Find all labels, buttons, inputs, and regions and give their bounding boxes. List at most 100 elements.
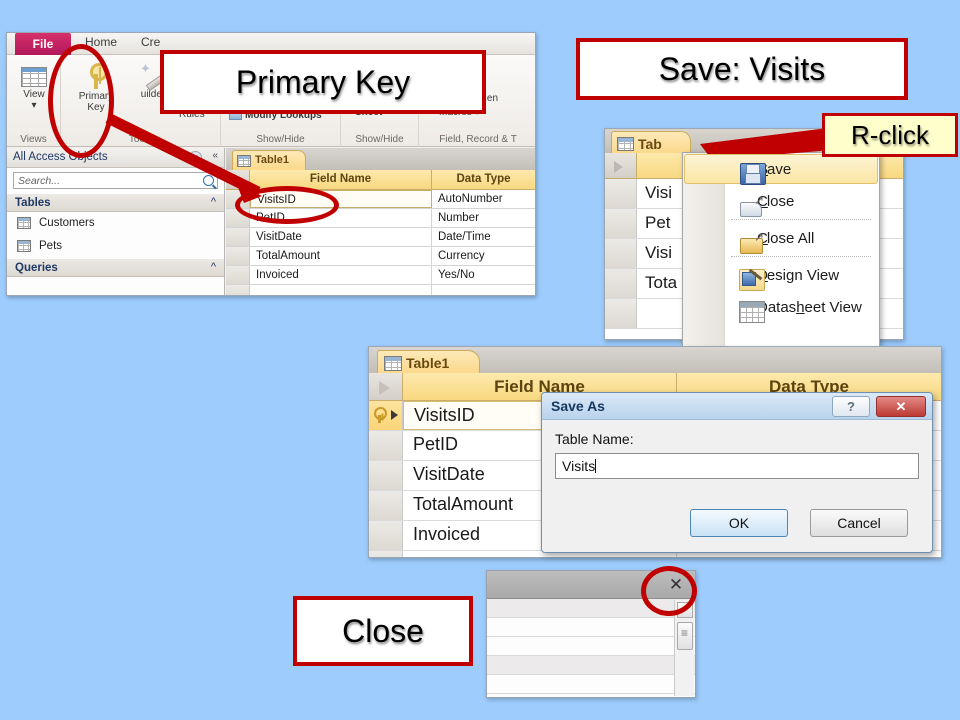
sidebar-item-pets[interactable]: Pets — [7, 235, 224, 258]
collapse-pane-icon[interactable]: « — [212, 150, 218, 161]
row-selector-primary-key[interactable] — [369, 401, 403, 430]
floppy-save-icon — [740, 163, 766, 185]
row-selector[interactable] — [605, 239, 637, 268]
row-selector[interactable] — [605, 209, 637, 238]
ribbon-group-field-record-label: Field, Record & T — [439, 134, 517, 145]
chevron-up-icon[interactable]: ^ — [211, 196, 216, 208]
chevron-down-icon[interactable]: ▼ — [189, 151, 202, 164]
list-item[interactable] — [487, 675, 695, 694]
sidebar-item-label: Pets — [39, 240, 63, 252]
cancel-button[interactable]: Cancel — [810, 509, 908, 537]
nav-group-tables-label: Tables — [15, 197, 51, 209]
list-item[interactable] — [487, 618, 695, 637]
list-item[interactable] — [487, 637, 695, 656]
menu-item-close-all[interactable]: Close All — [683, 222, 879, 254]
row-selector[interactable] — [605, 269, 637, 298]
row-selector[interactable] — [369, 491, 403, 520]
row-selector[interactable] — [226, 266, 250, 284]
menu-item-close[interactable]: Close — [683, 185, 879, 217]
nav-group-queries-label: Queries — [15, 262, 58, 274]
dialog-title-bar: Save As ? ✕ — [542, 393, 932, 420]
row-selector[interactable] — [369, 461, 403, 490]
data-type-cell[interactable] — [432, 285, 535, 295]
key-icon — [374, 407, 387, 423]
datasheet-icon — [21, 67, 47, 87]
table-name-input[interactable]: Visits — [555, 453, 919, 479]
text-caret — [595, 459, 597, 473]
table-icon — [384, 356, 402, 371]
row-selector[interactable] — [226, 247, 250, 265]
row-selector-header — [369, 373, 403, 400]
row-selector[interactable] — [226, 228, 250, 246]
data-type-cell[interactable]: Date/Time — [432, 228, 535, 246]
table-icon — [617, 137, 634, 151]
table-icon — [237, 155, 251, 167]
row-selector[interactable] — [605, 299, 637, 328]
document-tab-label: Table1 — [255, 154, 290, 166]
scrollbar-thumb[interactable] — [677, 622, 693, 650]
tab-create[interactable]: Cre — [141, 35, 160, 49]
data-type-cell[interactable]: Yes/No — [432, 266, 535, 284]
table-icon — [17, 240, 31, 252]
search-input[interactable]: Search... — [13, 172, 218, 189]
nav-pane-header[interactable]: All Access Objects ▼ « — [7, 148, 224, 168]
row-selector-header — [605, 153, 637, 178]
row-selector[interactable] — [369, 431, 403, 460]
document-tab-label: Tab — [638, 136, 662, 152]
row-selector[interactable] — [226, 285, 250, 295]
sidebar-item-customers[interactable]: Customers — [7, 212, 224, 235]
nav-group-queries[interactable]: Queries ^ — [7, 258, 224, 277]
document-tab-table1[interactable]: Table1 — [377, 350, 481, 373]
menu-item-save[interactable]: Save — [684, 154, 878, 185]
field-name-cell[interactable]: TotalAmount — [250, 247, 432, 265]
field-name-cell[interactable]: VisitDate — [250, 228, 432, 246]
document-tab-table1[interactable]: Tab — [611, 131, 691, 153]
row-selector[interactable] — [369, 551, 403, 557]
table-name-label: Table Name: — [555, 431, 634, 447]
nav-group-tables[interactable]: Tables ^ — [7, 193, 224, 212]
list-item[interactable] — [487, 656, 695, 675]
chevron-up-icon[interactable]: ^ — [211, 261, 216, 273]
help-button[interactable]: ? — [832, 396, 870, 417]
menu-item-design-view[interactable]: Design View — [683, 259, 879, 291]
ok-button[interactable]: OK — [690, 509, 788, 537]
data-type-cell[interactable]: Number — [432, 209, 535, 227]
callout-close: Close — [293, 596, 473, 666]
data-type-cell[interactable]: Currency — [432, 247, 535, 265]
table-row[interactable]: Invoiced Yes/No — [226, 266, 535, 285]
callout-r-click: R-click — [822, 113, 958, 157]
table-row-empty[interactable] — [226, 285, 535, 295]
menu-separator — [731, 219, 871, 220]
menu-item-label: ave — [767, 160, 792, 178]
close-icon[interactable]: ✕ — [876, 396, 926, 417]
row-selector[interactable] — [605, 179, 637, 208]
callout-save-visits: Save: Visits — [576, 38, 908, 100]
ribbon-group-showhide-label: Show/Hide — [256, 134, 305, 145]
datasheet-view-icon — [739, 301, 765, 323]
field-name-cell[interactable] — [250, 285, 432, 295]
document-tab-label: Table1 — [406, 355, 450, 371]
mid-tab-bar: Table1 — [369, 347, 941, 373]
callout-primary-key: Primary Key — [160, 50, 486, 114]
menu-item-label: lose All — [766, 229, 815, 247]
ribbon-group-views-label: Views — [20, 134, 47, 145]
menu-separator — [731, 256, 871, 257]
table-row[interactable]: VisitDate Date/Time — [226, 228, 535, 247]
menu-item-datasheet-view[interactable]: Datasheet View — [683, 291, 879, 323]
highlight-ellipse-primary-key — [48, 44, 114, 158]
row-selector-header — [226, 170, 250, 189]
column-header-data-type: Data Type — [456, 173, 511, 185]
dialog-title: Save As — [551, 398, 605, 414]
current-record-arrow-icon — [391, 410, 398, 420]
document-tab-bar: Table1 — [226, 148, 535, 170]
highlight-ellipse-visitsid — [235, 186, 339, 224]
data-type-cell[interactable]: AutoNumber — [432, 190, 535, 208]
table-row[interactable]: TotalAmount Currency — [226, 247, 535, 266]
field-name-cell[interactable]: Invoiced — [250, 266, 432, 284]
ribbon-group-sheet-label: Show/Hide — [355, 134, 404, 145]
menu-item-label: lose — [766, 192, 795, 210]
design-view-icon — [739, 269, 765, 291]
document-tab-table1[interactable]: Table1 — [232, 150, 307, 170]
save-as-dialog: Save As ? ✕ Table Name: Visits OK Cancel — [541, 392, 933, 553]
row-selector[interactable] — [369, 521, 403, 550]
